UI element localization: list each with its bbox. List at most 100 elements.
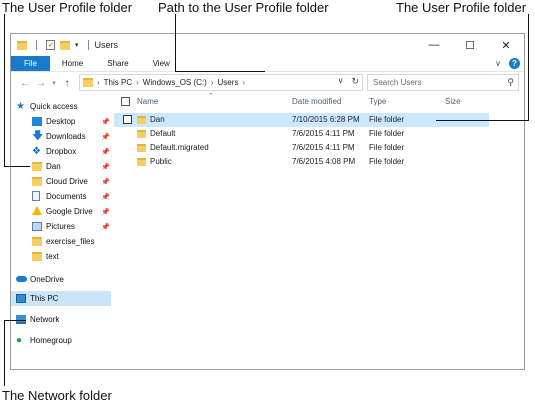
nav-item-downloads[interactable]: 🡇 Downloads 📌 (11, 129, 111, 144)
nav-label: Network (30, 315, 60, 324)
help-icon[interactable]: ? (509, 58, 520, 69)
nav-item-desktop[interactable]: Desktop 📌 (11, 114, 111, 129)
back-arrow-icon[interactable]: ← (17, 78, 33, 89)
address-dropdown-chevron-icon[interactable]: ∨ (338, 76, 344, 87)
nav-homegroup[interactable]: ● Homegroup (11, 333, 111, 348)
column-size[interactable]: Size (445, 97, 461, 106)
close-button[interactable]: ✕ (488, 34, 524, 56)
nav-label: This PC (30, 294, 59, 303)
pin-icon[interactable]: 📌 (101, 118, 110, 126)
computer-icon (16, 294, 26, 303)
callout-user-profile-right: The User Profile folder (396, 0, 527, 15)
nav-item-google-drive[interactable]: Google Drive 📌 (11, 204, 111, 219)
nav-this-pc[interactable]: This PC (11, 291, 111, 306)
file-date: 7/10/2015 6:28 PM (292, 115, 360, 124)
breadcrumb-this-pc[interactable]: This PC (104, 78, 132, 87)
folder-icon (137, 158, 146, 166)
callout-line (4, 320, 5, 386)
address-bar[interactable]: › This PC › Windows_OS (C:) › Users › ∨ … (79, 74, 363, 91)
callout-line (175, 14, 176, 71)
breadcrumb-separator-icon: › (136, 78, 139, 87)
minimize-button[interactable]: — (416, 34, 452, 56)
file-name: Default (150, 129, 176, 138)
google-drive-icon (32, 206, 42, 215)
search-icon[interactable]: ⚲ (507, 77, 514, 88)
documents-icon (32, 191, 40, 201)
column-name[interactable]: Name (137, 97, 158, 106)
download-arrow-icon: 🡇 (32, 130, 44, 142)
nav-item-exercise-files[interactable]: exercise_files (11, 234, 111, 249)
up-arrow-icon[interactable]: ↑ (59, 78, 75, 89)
cloud-icon (16, 276, 27, 282)
customize-toolbar-chevron-icon[interactable]: ▾ (75, 41, 79, 49)
nav-network[interactable]: Network (11, 312, 111, 327)
desktop-icon (32, 117, 42, 126)
callout-line (4, 320, 26, 321)
callout-user-profile-left: The User Profile folder (2, 0, 133, 15)
table-row[interactable]: Default 7/6/2015 4:11 PM File folder (114, 127, 489, 141)
folder-icon (83, 78, 93, 87)
file-type: File folder (369, 157, 405, 166)
search-input[interactable]: Search Users ⚲ (367, 74, 519, 91)
folder-icon (32, 252, 42, 261)
refresh-icon[interactable]: ↻ (351, 76, 359, 87)
nav-label: Documents (46, 192, 87, 201)
star-icon: ★ (16, 101, 25, 112)
maximize-button[interactable]: ☐ (452, 34, 488, 56)
search-placeholder: Search Users (373, 78, 422, 87)
callout-line (436, 120, 529, 121)
column-type[interactable]: Type (369, 97, 386, 106)
nav-label: OneDrive (30, 275, 64, 284)
file-type: File folder (369, 129, 405, 138)
column-header-row: Name Date modified Type Size (114, 94, 524, 111)
window-controls: — ☐ ✕ (416, 34, 524, 56)
folder-icon (32, 177, 42, 186)
nav-label: Homegroup (30, 336, 72, 345)
breadcrumb-separator-icon: › (242, 78, 246, 87)
window-title: Users (94, 40, 119, 50)
nav-item-cloud-drive[interactable]: Cloud Drive 📌 (11, 174, 111, 189)
pin-icon[interactable]: 📌 (101, 208, 110, 216)
table-row[interactable]: Default.migrated 7/6/2015 4:11 PM File f… (114, 141, 489, 155)
select-all-checkbox[interactable] (121, 97, 130, 106)
breadcrumb-separator-icon: › (97, 78, 100, 87)
row-checkbox[interactable] (123, 115, 132, 124)
properties-icon[interactable]: ✓ (46, 40, 55, 50)
pictures-icon (32, 222, 42, 231)
nav-onedrive[interactable]: OneDrive (11, 272, 111, 287)
nav-quick-access[interactable]: ★ Quick access (11, 99, 111, 114)
folder-icon (32, 237, 42, 246)
nav-item-pictures[interactable]: Pictures 📌 (11, 219, 111, 234)
pin-icon[interactable]: 📌 (101, 163, 110, 171)
tab-file[interactable]: File (11, 56, 50, 71)
pin-icon[interactable]: 📌 (101, 178, 110, 186)
nav-label: Quick access (30, 102, 78, 111)
forward-arrow-icon[interactable]: → (33, 78, 49, 89)
recent-locations-chevron-icon[interactable]: ▾ (49, 79, 59, 87)
new-folder-icon[interactable] (60, 40, 70, 50)
folder-icon (137, 116, 146, 124)
nav-item-dropbox[interactable]: ❖ Dropbox 📌 (11, 144, 111, 159)
nav-item-documents[interactable]: Documents 📌 (11, 189, 111, 204)
breadcrumb-windows-os[interactable]: Windows_OS (C:) (143, 78, 207, 87)
pin-icon[interactable]: 📌 (101, 193, 110, 201)
pin-icon[interactable]: 📌 (101, 223, 110, 231)
table-row[interactable]: Dan 7/10/2015 6:28 PM File folder (114, 113, 489, 127)
table-row[interactable]: Public 7/6/2015 4:08 PM File folder (114, 155, 489, 169)
explorer-window: ✓ ▾ Users — ☐ ✕ File Home Share View ∨ ?… (10, 33, 525, 370)
column-date-modified[interactable]: Date modified (292, 97, 341, 106)
tab-share[interactable]: Share (95, 56, 140, 71)
nav-label: Google Drive (46, 207, 93, 216)
nav-label: exercise_files (46, 237, 95, 246)
breadcrumb-users[interactable]: Users (217, 78, 238, 87)
tab-home[interactable]: Home (50, 56, 95, 71)
address-bar-controls: ∨ ↻ (338, 76, 359, 87)
pin-icon[interactable]: 📌 (101, 133, 110, 141)
quick-access-toolbar: ✓ ▾ (11, 40, 93, 50)
nav-label: text (46, 252, 59, 261)
nav-label: Desktop (46, 117, 76, 126)
nav-item-text[interactable]: text (11, 249, 111, 264)
nav-label: Cloud Drive (46, 177, 88, 186)
expand-ribbon-chevron-icon[interactable]: ∨ (495, 59, 501, 68)
pin-icon[interactable]: 📌 (101, 148, 110, 156)
